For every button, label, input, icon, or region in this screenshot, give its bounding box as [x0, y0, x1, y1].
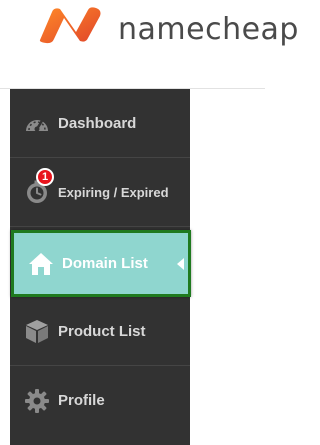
sidebar-item-label: Domain List	[62, 255, 148, 272]
sidebar: Dashboard 1 Expiring / Expired Domain Li…	[10, 89, 191, 445]
sidebar-item-dashboard[interactable]: Dashboard	[10, 89, 190, 158]
stopwatch-icon: 1	[22, 168, 54, 207]
namecheap-n-logo[interactable]	[36, 4, 108, 44]
sidebar-item-profile[interactable]: Profile	[10, 366, 190, 435]
expiring-count-badge: 1	[36, 168, 54, 186]
brand-name: namecheap	[118, 12, 299, 47]
speedometer-icon	[22, 108, 52, 138]
sidebar-item-product-list[interactable]: Product List	[10, 297, 190, 366]
sidebar-item-label: Profile	[58, 392, 105, 409]
sidebar-item-label: Product List	[58, 322, 146, 340]
sidebar-item-label: Dashboard	[58, 114, 137, 132]
sidebar-item-label: Expiring / Expired	[58, 184, 169, 200]
home-icon	[26, 249, 56, 279]
sidebar-item-domain-list[interactable]: Domain List	[11, 230, 191, 297]
gear-icon	[22, 386, 52, 416]
header: namecheap	[0, 0, 298, 88]
box-icon	[22, 316, 52, 346]
sidebar-item-expiring[interactable]: 1 Expiring / Expired	[10, 158, 190, 227]
page: namecheap Dashboard 1 Expiring / Expired…	[0, 0, 298, 445]
active-indicator-caret	[177, 257, 184, 270]
